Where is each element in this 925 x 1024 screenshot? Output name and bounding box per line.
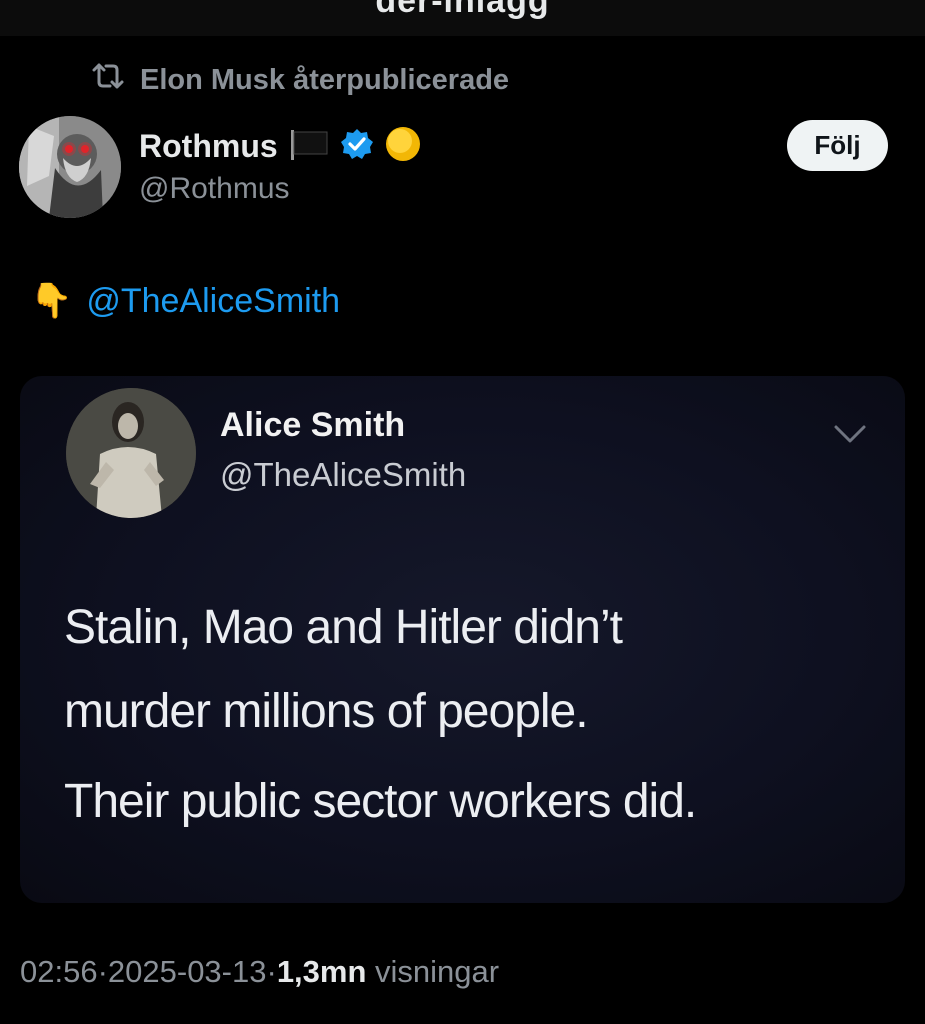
quoted-line-2: murder millions of people.: [64, 685, 589, 738]
views-count: 1,3mn: [276, 954, 367, 989]
post-time[interactable]: 02:56: [20, 954, 98, 990]
views-label: visningar: [366, 954, 500, 989]
post-meta: 02:56 · 2025-03-13 · 1,3mn visningar: [20, 954, 499, 990]
follow-button[interactable]: Följ: [787, 120, 888, 171]
page-title: der-inlägg: [375, 0, 550, 20]
quoted-handle: @TheAliceSmith: [220, 456, 467, 493]
author-avatar[interactable]: [19, 116, 121, 218]
post-date[interactable]: 2025-03-13: [108, 954, 267, 990]
quoted-tweet-image[interactable]: Alice Smith @TheAliceSmith Stalin, Mao a…: [20, 376, 905, 903]
meta-separator: ·: [266, 954, 277, 989]
mention-link[interactable]: @TheAliceSmith: [86, 282, 340, 321]
yellow-circle-icon: [384, 125, 422, 168]
top-bar: der-inlägg: [0, 0, 925, 36]
chevron-down-icon: [832, 422, 868, 446]
repost-icon: [90, 62, 126, 98]
quoted-line-3: Their public sector workers did.: [64, 775, 697, 828]
repost-indicator[interactable]: Elon Musk återpublicerade: [90, 62, 509, 98]
quoted-name: Alice Smith: [220, 406, 406, 444]
author-handle: @Rothmus: [139, 172, 290, 205]
verified-badge-icon[interactable]: [340, 127, 374, 166]
author-info: Rothmus @Rothmus: [139, 124, 422, 206]
post-text: 👇 @TheAliceSmith: [30, 278, 340, 324]
black-flag-icon: [288, 127, 330, 166]
quoted-text: Stalin, Mao and Hitler didn’t murder mil…: [64, 586, 864, 844]
quoted-avatar: [66, 388, 196, 518]
meta-separator: ·: [97, 954, 108, 989]
quoted-line-1: Stalin, Mao and Hitler didn’t: [64, 601, 623, 654]
author-name[interactable]: Rothmus: [139, 128, 278, 165]
pointing-down-emoji: 👇: [30, 282, 73, 320]
repost-text: Elon Musk återpublicerade: [140, 63, 510, 96]
